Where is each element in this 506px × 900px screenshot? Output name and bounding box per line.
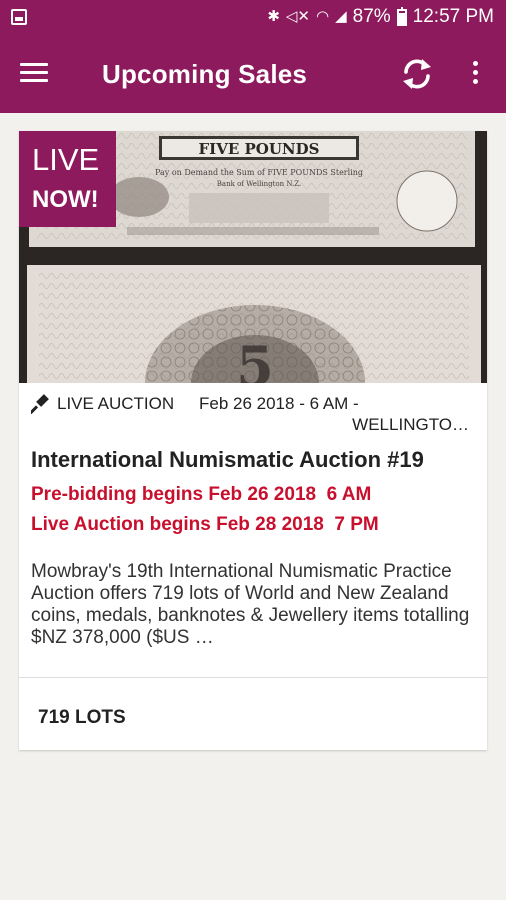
banknote-text: Pay on Demand the Sum of FIVE POUNDS Ste… bbox=[155, 168, 363, 177]
divider bbox=[19, 677, 487, 678]
banknote-heading: FIVE POUNDS bbox=[199, 140, 320, 158]
sale-image: FIVE POUNDS Pay on Demand the Sum of FIV… bbox=[19, 131, 487, 383]
svg-text:5: 5 bbox=[236, 334, 274, 383]
sale-type: LIVE AUCTION bbox=[57, 394, 175, 413]
clock: 12:57 PM bbox=[412, 6, 494, 27]
bluetooth-icon: ✱ bbox=[267, 8, 280, 25]
menu-icon[interactable] bbox=[20, 63, 48, 83]
sale-meta: LIVE AUCTION Feb 26 2018 - 6 AM - WELLIN… bbox=[19, 391, 487, 435]
status-icons: ✱ ◁✕ ◠ ◢ 87% 12:57 PM bbox=[267, 6, 494, 28]
status-bar: ✱ ◁✕ ◠ ◢ 87% 12:57 PM bbox=[0, 0, 506, 35]
gallery-icon bbox=[11, 9, 27, 25]
refresh-icon[interactable] bbox=[398, 55, 436, 93]
sale-title: International Numismatic Auction #19 bbox=[31, 447, 424, 472]
sale-description: Mowbray's 19th International Numismatic … bbox=[31, 561, 470, 648]
sale-location: WELLINGTO… bbox=[352, 415, 469, 434]
banknote-city: Bank of Wellington N.Z. bbox=[217, 180, 301, 188]
mute-icon: ◁✕ bbox=[285, 8, 310, 25]
prebid-date: Pre-bidding begins Feb 26 2018 6 AM bbox=[31, 484, 372, 505]
gavel-icon bbox=[31, 394, 49, 414]
sale-date: Feb 26 2018 - 6 AM - bbox=[199, 394, 359, 413]
more-vertical-icon[interactable] bbox=[465, 61, 485, 87]
battery-icon bbox=[396, 6, 407, 26]
wifi-icon: ◠ bbox=[316, 8, 330, 25]
page-title: Upcoming Sales bbox=[102, 59, 308, 89]
lot-count: 719 LOTS bbox=[38, 707, 126, 728]
live-badge-text: LIVE bbox=[32, 142, 100, 177]
live-auction-date: Live Auction begins Feb 28 2018 7 PM bbox=[31, 514, 379, 535]
battery-percent: 87% bbox=[352, 6, 391, 27]
signal-icon: ◢ bbox=[335, 8, 347, 25]
app-bar: Upcoming Sales bbox=[0, 35, 506, 113]
now-badge-text: NOW! bbox=[32, 186, 99, 213]
sale-card[interactable]: FIVE POUNDS Pay on Demand the Sum of FIV… bbox=[19, 131, 487, 750]
live-badge: LIVE NOW! bbox=[19, 131, 116, 227]
